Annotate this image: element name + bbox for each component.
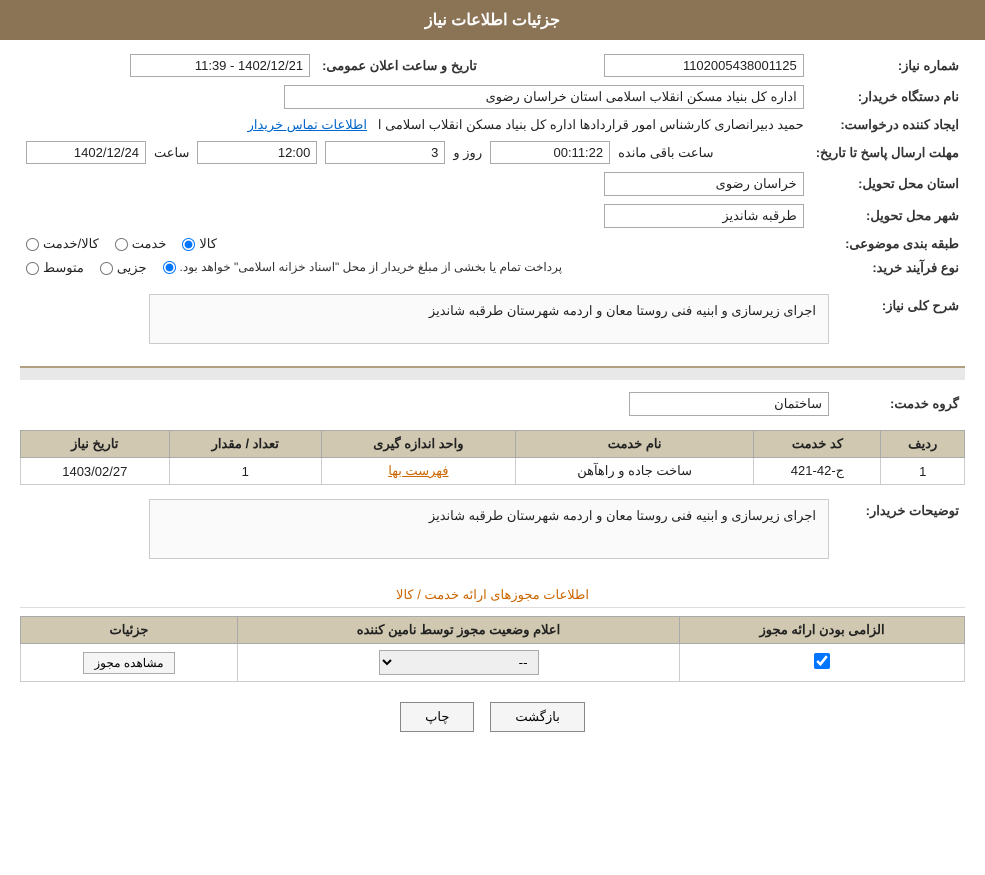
radio-kala-label: کالا (199, 236, 217, 252)
services-data-table: ردیف کد خدمت نام خدمت واحد اندازه گیری ت… (20, 430, 965, 485)
purchase-type-label: نوع فرآیند خرید: (810, 256, 965, 280)
deadline-date-box: 1402/12/24 (26, 141, 146, 164)
requester-contact-link[interactable]: اطلاعات تماس خریدار (248, 117, 367, 132)
need-number-box: 1102005438001125 (604, 54, 804, 77)
announce-datetime-label: تاریخ و ساعت اعلان عمومی: (316, 50, 483, 81)
perm-required-cell (680, 644, 965, 682)
radio-purchase-default-input[interactable] (163, 261, 176, 274)
perm-details-cell: مشاهده مجوز (21, 644, 238, 682)
col-header-unit: واحد اندازه گیری (321, 431, 515, 458)
remaining-label: ساعت باقی مانده (618, 145, 713, 161)
cell-unit[interactable]: فهرست بها (321, 458, 515, 485)
need-desc-table: شرح کلی نیاز: اجرای زیرسازی و ابنیه فنی … (20, 290, 965, 356)
service-group-box: ساختمان (629, 392, 829, 416)
radio-purchase-default: پرداخت تمام یا بخشی از مبلغ خریدار از مح… (163, 260, 563, 274)
buyer-desc-label: توضیحات خریدار: (835, 495, 965, 571)
radio-jozi-label: جزیی (117, 260, 147, 276)
buyer-org-value: اداره کل بنیاد مسکن انقلاب اسلامی استان … (20, 81, 810, 113)
deadline-days-box: 3 (325, 141, 445, 164)
cell-row: 1 (881, 458, 965, 485)
page-wrapper: جزئیات اطلاعات نیاز شماره نیاز: 11020054… (0, 0, 985, 875)
cell-name: ساخت جاده و راهآهن (515, 458, 754, 485)
perm-col-required: الزامی بودن ارائه مجوز (680, 617, 965, 644)
delivery-province-label: استان محل تحویل: (810, 168, 965, 200)
perm-col-details: جزئیات (21, 617, 238, 644)
perm-row: -- مشاهده مجوز (21, 644, 965, 682)
radio-kala: کالا (182, 236, 217, 252)
radio-khedmat-input[interactable] (115, 238, 128, 251)
perm-status-cell: -- (238, 644, 680, 682)
radio-kala-input[interactable] (182, 238, 195, 251)
service-group-label: گروه خدمت: (835, 388, 965, 420)
need-number-value: 1102005438001125 (483, 50, 810, 81)
buyer-desc-value: اجرای زیرسازی و ابنیه فنی روستا معان و ا… (20, 495, 835, 571)
cell-date: 1403/02/27 (21, 458, 170, 485)
need-description-label: شرح کلی نیاز: (835, 290, 965, 356)
bottom-buttons: بازگشت چاپ (20, 702, 965, 732)
requester-name: حمید دبیرانصاری کارشناس امور قراردادها ا… (378, 117, 804, 132)
buyer-desc-text: اجرای زیرسازی و ابنیه فنی روستا معان و ا… (162, 508, 816, 524)
requester-value: حمید دبیرانصاری کارشناس امور قراردادها ا… (20, 113, 810, 137)
time-label: ساعت (154, 145, 189, 161)
cell-code: ج-42-421 (754, 458, 881, 485)
radio-khedmat: خدمت (115, 236, 167, 252)
delivery-city-value: طرقبه شاندیز (20, 200, 810, 232)
radio-purchase-desc: پرداخت تمام یا بخشی از مبلغ خریدار از مح… (180, 260, 563, 274)
service-group-value: ساختمان (20, 388, 835, 420)
col-header-date: تاریخ نیاز (21, 431, 170, 458)
page-header: جزئیات اطلاعات نیاز (0, 0, 985, 40)
back-button[interactable]: بازگشت (490, 702, 584, 732)
radio-kala-khedmat: کالا/خدمت (26, 236, 99, 252)
radio-motoset: متوسط (26, 260, 84, 276)
category-value: کالا/خدمت خدمت کالا (20, 232, 810, 256)
print-button[interactable]: چاپ (400, 702, 474, 732)
info-table: شماره نیاز: 1102005438001125 تاریخ و ساع… (20, 50, 965, 280)
requester-label: ایجاد کننده درخواست: (810, 113, 965, 137)
radio-kala-khedmat-label: کالا/خدمت (43, 236, 99, 252)
deadline-time-box: 12:00 (197, 141, 317, 164)
delivery-city-box: طرقبه شاندیز (604, 204, 804, 228)
need-description-text: اجرای زیرسازی و ابنیه فنی روستا معان و ا… (162, 303, 816, 319)
category-label: طبقه بندی موضوعی: (810, 232, 965, 256)
radio-khedmat-label: خدمت (132, 236, 167, 252)
deadline-label: مهلت ارسال پاسخ تا تاریخ: (810, 137, 965, 168)
permissions-section: اطلاعات مجوزهای ارائه خدمت / کالا الزامی… (20, 587, 965, 682)
perm-col-status: اعلام وضعیت مجوز توسط نامین کننده (238, 617, 680, 644)
permissions-table: الزامی بودن ارائه مجوز اعلام وضعیت مجوز … (20, 616, 965, 682)
delivery-province-value: خراسان رضوی (20, 168, 810, 200)
col-header-row: ردیف (881, 431, 965, 458)
page-title: جزئیات اطلاعات نیاز (425, 12, 560, 29)
permissions-header: اطلاعات مجوزهای ارائه خدمت / کالا (20, 587, 965, 608)
buyer-org-label: نام دستگاه خریدار: (810, 81, 965, 113)
radio-motoset-input[interactable] (26, 262, 39, 275)
col-header-qty: تعداد / مقدار (169, 431, 321, 458)
cell-qty: 1 (169, 458, 321, 485)
perm-required-checkbox[interactable] (814, 653, 830, 669)
col-header-code: کد خدمت (754, 431, 881, 458)
day-label: روز و (453, 145, 482, 161)
need-number-label: شماره نیاز: (810, 50, 965, 81)
main-content: شماره نیاز: 1102005438001125 تاریخ و ساع… (0, 40, 985, 752)
service-group-table: گروه خدمت: ساختمان (20, 388, 965, 420)
buyer-org-box: اداره کل بنیاد مسکن انقلاب اسلامی استان … (284, 85, 804, 109)
delivery-province-box: خراسان رضوی (604, 172, 804, 196)
delivery-city-label: شهر محل تحویل: (810, 200, 965, 232)
view-perm-button[interactable]: مشاهده مجوز (83, 652, 174, 674)
radio-jozi-input[interactable] (100, 262, 113, 275)
radio-jozi: جزیی (100, 260, 147, 276)
perm-status-select[interactable]: -- (379, 650, 539, 675)
buyer-desc-table: توضیحات خریدار: اجرای زیرسازی و ابنیه فن… (20, 495, 965, 571)
table-row: 1 ج-42-421 ساخت جاده و راهآهن فهرست بها … (21, 458, 965, 485)
radio-kala-khedmat-input[interactable] (26, 238, 39, 251)
radio-motoset-label: متوسط (43, 260, 84, 276)
deadline-row: 1402/12/24 ساعت 12:00 3 روز و 00:11:22 س… (20, 137, 810, 168)
need-description-value: اجرای زیرسازی و ابنیه فنی روستا معان و ا… (20, 290, 835, 356)
announce-datetime-value: 1402/12/21 - 11:39 (20, 50, 316, 81)
purchase-type-value: متوسط جزیی پرداخت تمام یا بخشی از مبلغ خ… (20, 256, 810, 280)
services-section-title (20, 366, 965, 380)
announce-datetime-box: 1402/12/21 - 11:39 (130, 54, 310, 77)
col-header-name: نام خدمت (515, 431, 754, 458)
deadline-remaining-box: 00:11:22 (490, 141, 610, 164)
